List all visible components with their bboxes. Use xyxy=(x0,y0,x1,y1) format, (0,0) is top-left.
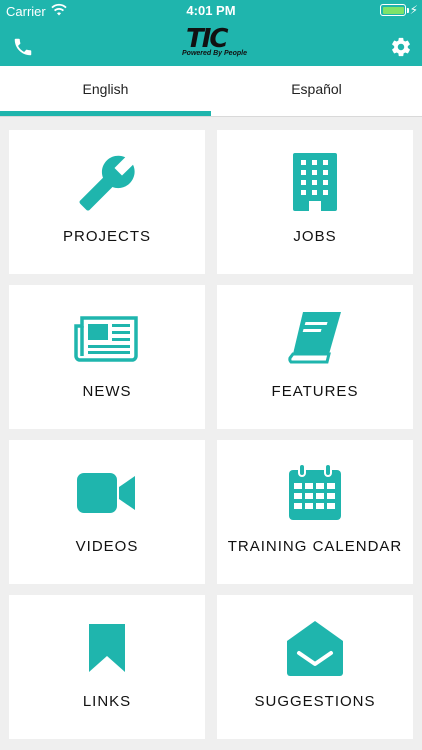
bookmark-icon xyxy=(89,624,125,672)
logo-tagline: Powered By People xyxy=(182,50,247,57)
tile-suggestions[interactable]: SUGGESTIONS xyxy=(217,595,413,739)
tile-training-calendar[interactable]: TRAINING CALENDAR xyxy=(217,440,413,584)
tile-label: VIDEOS xyxy=(75,538,139,555)
status-bar: Carrier 4:01 PM ⚡ xyxy=(0,0,422,22)
newspaper-icon xyxy=(74,316,138,362)
tile-features[interactable]: FEATURES xyxy=(217,285,413,429)
tile-news[interactable]: NEWS xyxy=(9,285,205,429)
tile-label: PROJECTS xyxy=(62,228,151,245)
logo-text: TIC xyxy=(186,24,228,54)
tab-divider xyxy=(0,116,422,117)
tile-label: NEWS xyxy=(82,383,132,400)
envelope-open-icon xyxy=(287,621,343,676)
tile-label: LINKS xyxy=(82,693,132,710)
video-camera-icon xyxy=(77,473,135,513)
tic-logo: TIC Powered By People xyxy=(182,24,247,62)
tile-label: FEATURES xyxy=(271,383,359,400)
calendar-icon xyxy=(289,464,341,520)
app-header: Carrier 4:01 PM ⚡ TIC Powered By People xyxy=(0,0,422,66)
tile-projects[interactable]: PROJECTS xyxy=(9,130,205,274)
wrench-icon xyxy=(79,155,135,211)
tab-english[interactable]: English xyxy=(0,66,211,117)
tab-espanol[interactable]: Español xyxy=(211,66,422,117)
clock: 4:01 PM xyxy=(186,3,236,18)
tile-label: JOBS xyxy=(293,228,337,245)
tile-links[interactable]: LINKS xyxy=(9,595,205,739)
tile-videos[interactable]: VIDEOS xyxy=(9,440,205,584)
battery-icon xyxy=(380,4,406,16)
charging-icon: ⚡ xyxy=(409,3,418,17)
language-tabs: English Español xyxy=(0,66,422,117)
phone-icon[interactable] xyxy=(12,36,34,58)
gear-icon[interactable] xyxy=(390,36,412,58)
tile-label: SUGGESTIONS xyxy=(254,693,376,710)
building-icon xyxy=(293,153,337,211)
tile-jobs[interactable]: JOBS xyxy=(217,130,413,274)
tile-label: TRAINING CALENDAR xyxy=(227,538,403,555)
book-icon xyxy=(288,312,341,364)
